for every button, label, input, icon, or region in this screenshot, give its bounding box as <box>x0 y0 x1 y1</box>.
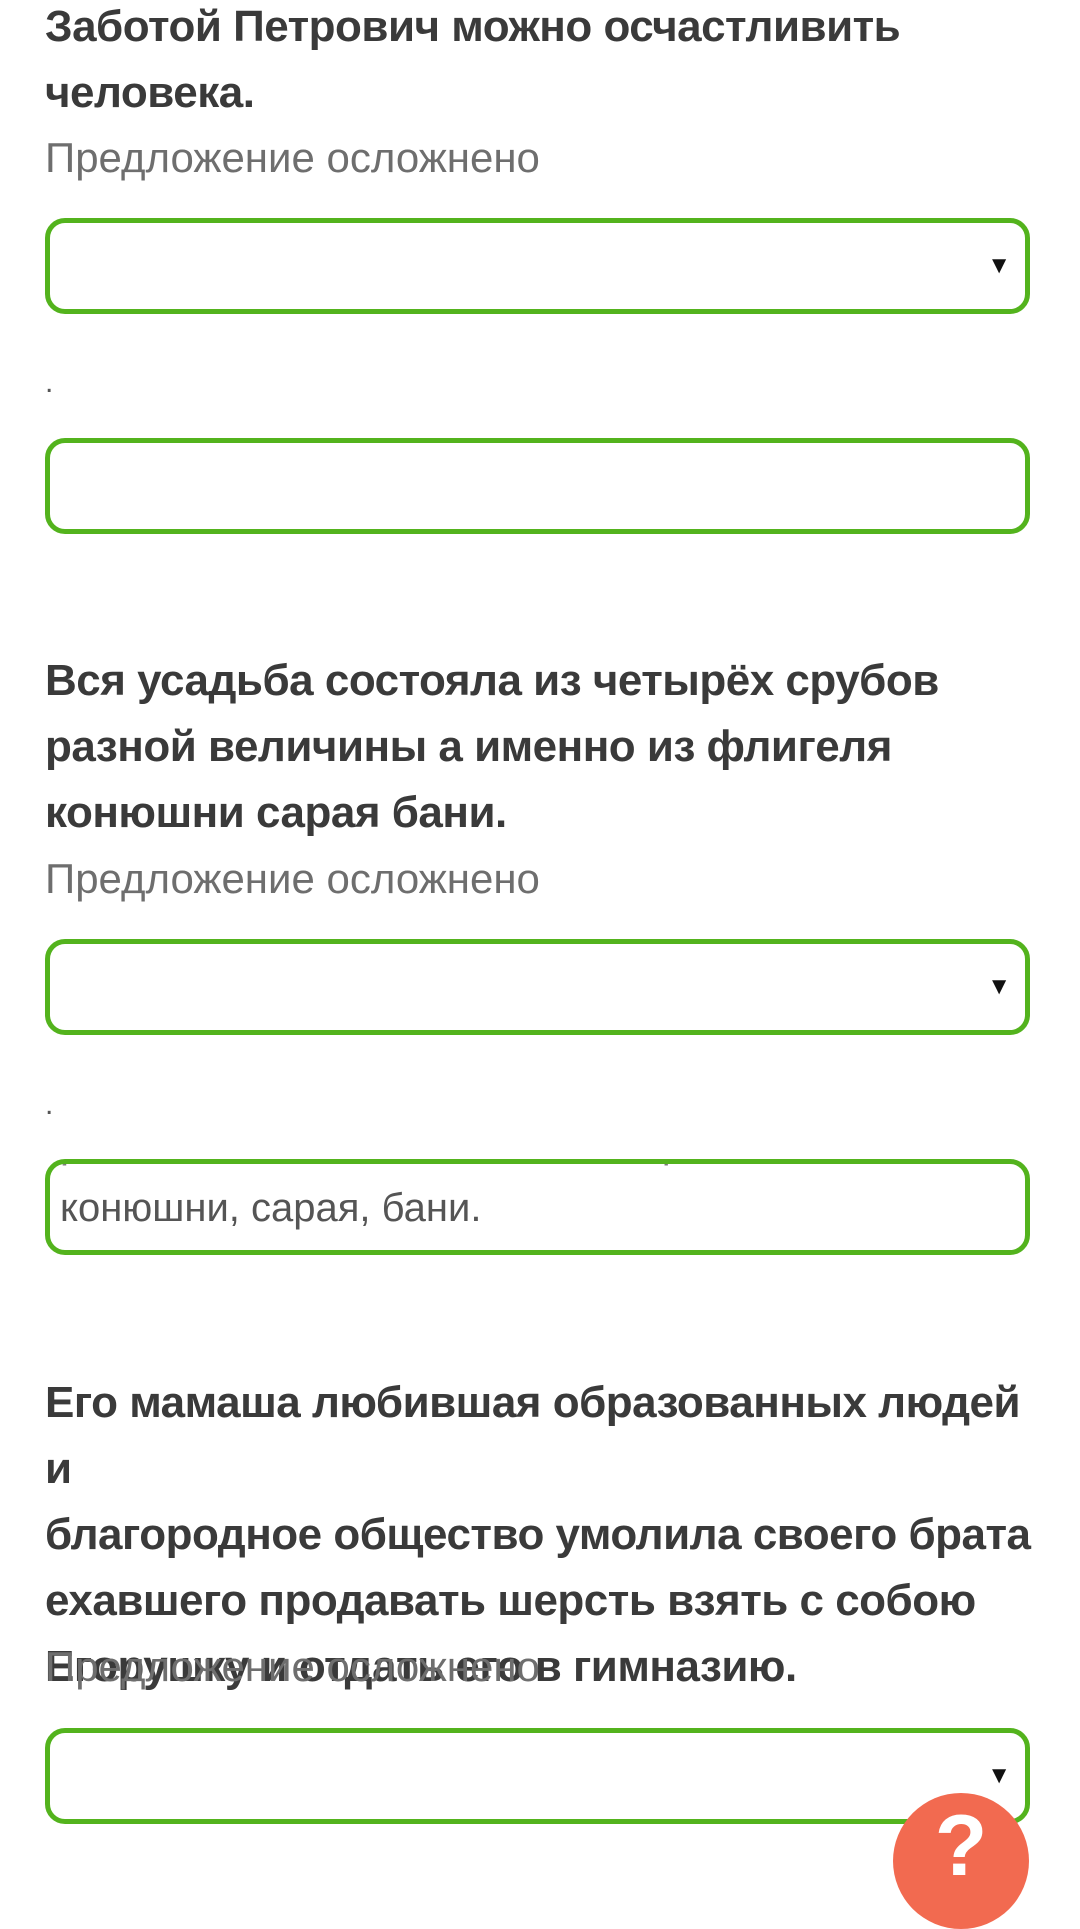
question-2-caption: Предложение осложнено <box>45 855 540 902</box>
question-3-caption: Предложение осложнено <box>45 1643 540 1690</box>
question-1-sentence: Заботой Петрович можно осчастливить чело… <box>45 0 1035 126</box>
dropdown-triangle-icon: ▼ <box>987 973 1011 1000</box>
sentence-line: Его мамаша любившая образованных людей и <box>45 1378 1021 1493</box>
sentence-line: человека. <box>45 68 255 117</box>
question-2-sentence: Вся усадьба состояла из четырёх срубов р… <box>45 648 1035 846</box>
sentence-line: благородное общество умолила своего брат… <box>45 1510 1031 1559</box>
question-1-caption: Предложение осложнено <box>45 134 540 181</box>
question-3-select[interactable]: ▼ <box>45 1728 1030 1824</box>
question-1-answer-field[interactable] <box>45 438 1030 534</box>
help-button[interactable]: ? <box>893 1793 1029 1929</box>
separator-dot: . <box>45 1088 54 1121</box>
sentence-line: конюшни сарая бани. <box>45 788 507 837</box>
sentence-line: Заботой Петрович можно осчастливить <box>45 2 901 51</box>
dropdown-triangle-icon: ▼ <box>987 252 1011 279</box>
question-mark-icon: ? <box>934 1798 988 1894</box>
question-1-select[interactable]: ▼ <box>45 218 1030 314</box>
question-2-answer-field[interactable]: разной величины, а именно: из флигеля, к… <box>45 1159 1030 1255</box>
separator-dot: . <box>45 366 54 399</box>
sentence-line: ехавшего продавать шерсть взять с собою <box>45 1576 976 1625</box>
sentence-line: Вся усадьба состояла из четырёх срубов <box>45 656 939 705</box>
answer-text: конюшни, сарая, бани. <box>60 1186 482 1230</box>
answer-text-overflow-line: разной величины, а именно: из флигеля, <box>60 1164 818 1174</box>
sentence-line: разной величины а именно из флигеля <box>45 722 892 771</box>
dropdown-triangle-icon: ▼ <box>987 1762 1011 1789</box>
question-2-select[interactable]: ▼ <box>45 939 1030 1035</box>
